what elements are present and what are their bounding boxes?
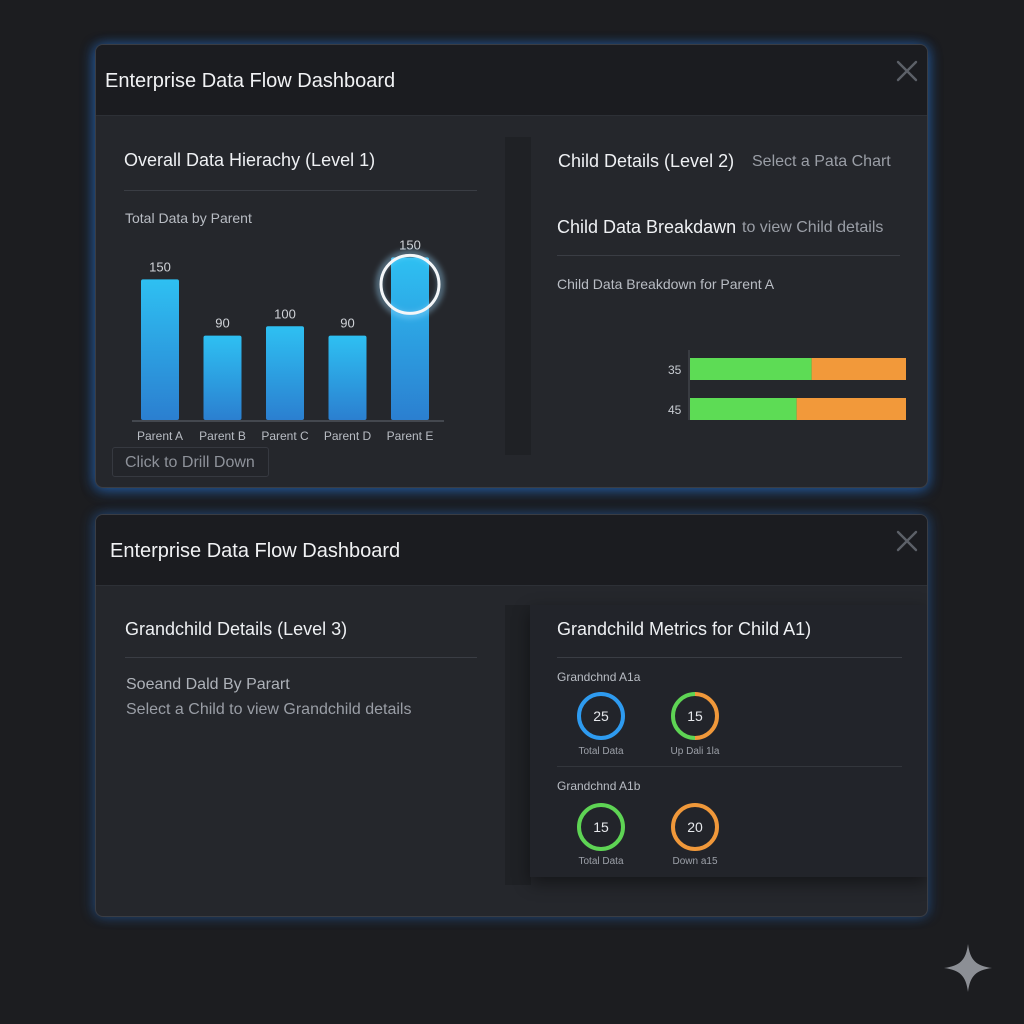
dashboard-window-level-3: Enterprise Data Flow Dashboard Grandchil… [95,514,928,917]
bar-parent-e [391,257,429,420]
metric-value: 20 [687,819,703,835]
bar-parent-c [266,326,304,420]
metric-value: 25 [593,708,609,724]
level-2-hint: Select a Pata Chart [752,153,891,170]
panel-divider [505,137,531,455]
grandchild-a1a-metrics: 25 Total Data 15 Up Dali 1la [577,692,720,757]
metric-caption: Total Data [578,856,623,867]
grandchild-a1b-metrics: 15 Total Data 20 Down a15 [577,803,719,867]
grandchild-metrics-heading: Grandchild Metrics for Child A1) [557,619,812,639]
bar-parent-b [203,335,242,420]
panel-divider [505,605,531,885]
level-2-heading: Child Details (Level 2) [558,151,735,171]
category-tick-label: 35 [668,363,682,377]
heading-rule [125,657,477,658]
category-tick-label: Parent A [137,429,183,443]
parent-bar-chart: 150 Parent A 90 Parent B 100 Parent C 90 Parent… [132,237,444,443]
drill-down-button[interactable]: Click to Drill Down [112,447,269,477]
metric-caption: Total Data [578,746,623,757]
bar-value-label: 90 [340,316,354,331]
down-data-segment [796,398,906,420]
close-icon[interactable] [895,529,919,553]
metric-value: 15 [593,819,609,835]
up-data-segment [690,398,797,420]
category-tick-label: 45 [668,403,682,417]
metric-caption: Up Dali 1la [671,746,720,757]
grandchild-hint: Select a Child to view Grandchild detail… [126,701,412,718]
window-title: Enterprise Data Flow Dashboard [105,70,396,92]
grandchild-subtitle: Soeand Dald By Parart [126,676,290,693]
bar-value-label: 150 [149,259,171,274]
category-tick-label: Parent B [199,429,246,443]
close-icon[interactable] [895,59,919,83]
child-breakdown-hint: to view Child details [742,219,884,236]
category-tick-label: Parent D [324,429,372,443]
window-titlebar: Enterprise Data Flow Dashboard [96,515,927,586]
group-label: Grandchnd A1b [557,779,641,793]
child-stacked-bar-chart: 352545454545ChildUp Data CountDowra Coun… [668,350,906,420]
metric-value: 15 [687,708,703,724]
subheading-rule [557,255,900,256]
bar-value-label: 150 [399,237,421,252]
group-label: Grandchnd A1a [557,670,641,684]
category-tick-label: Parent C [261,429,309,443]
category-tick-label: Parent E [387,429,434,443]
heading-rule [557,657,902,658]
sparkle-icon [944,944,992,992]
bar-value-label: 100 [274,306,296,321]
group-rule [557,766,902,767]
level-1-heading: Overall Data Hierachy (Level 1) [124,150,376,170]
child-breakdown-heading: Child Data Breakdawn [557,217,737,237]
bar-value-label: 90 [215,316,229,331]
down-data-segment [811,358,906,380]
bar-parent-a [141,279,179,420]
dashboard-window-level-1-2: Enterprise Data Flow Dashboard Overall D… [95,44,928,488]
window-title: Enterprise Data Flow Dashboard [110,540,401,562]
heading-rule [124,190,477,191]
metric-caption: Down a15 [672,856,717,867]
level-3-heading: Grandchild Details (Level 3) [125,619,348,639]
window-titlebar: Enterprise Data Flow Dashboard [96,45,927,116]
child-chart-label: Child Data Breakdown for Parent A [557,276,775,292]
up-data-segment [690,358,812,380]
bar-parent-d [328,335,367,420]
